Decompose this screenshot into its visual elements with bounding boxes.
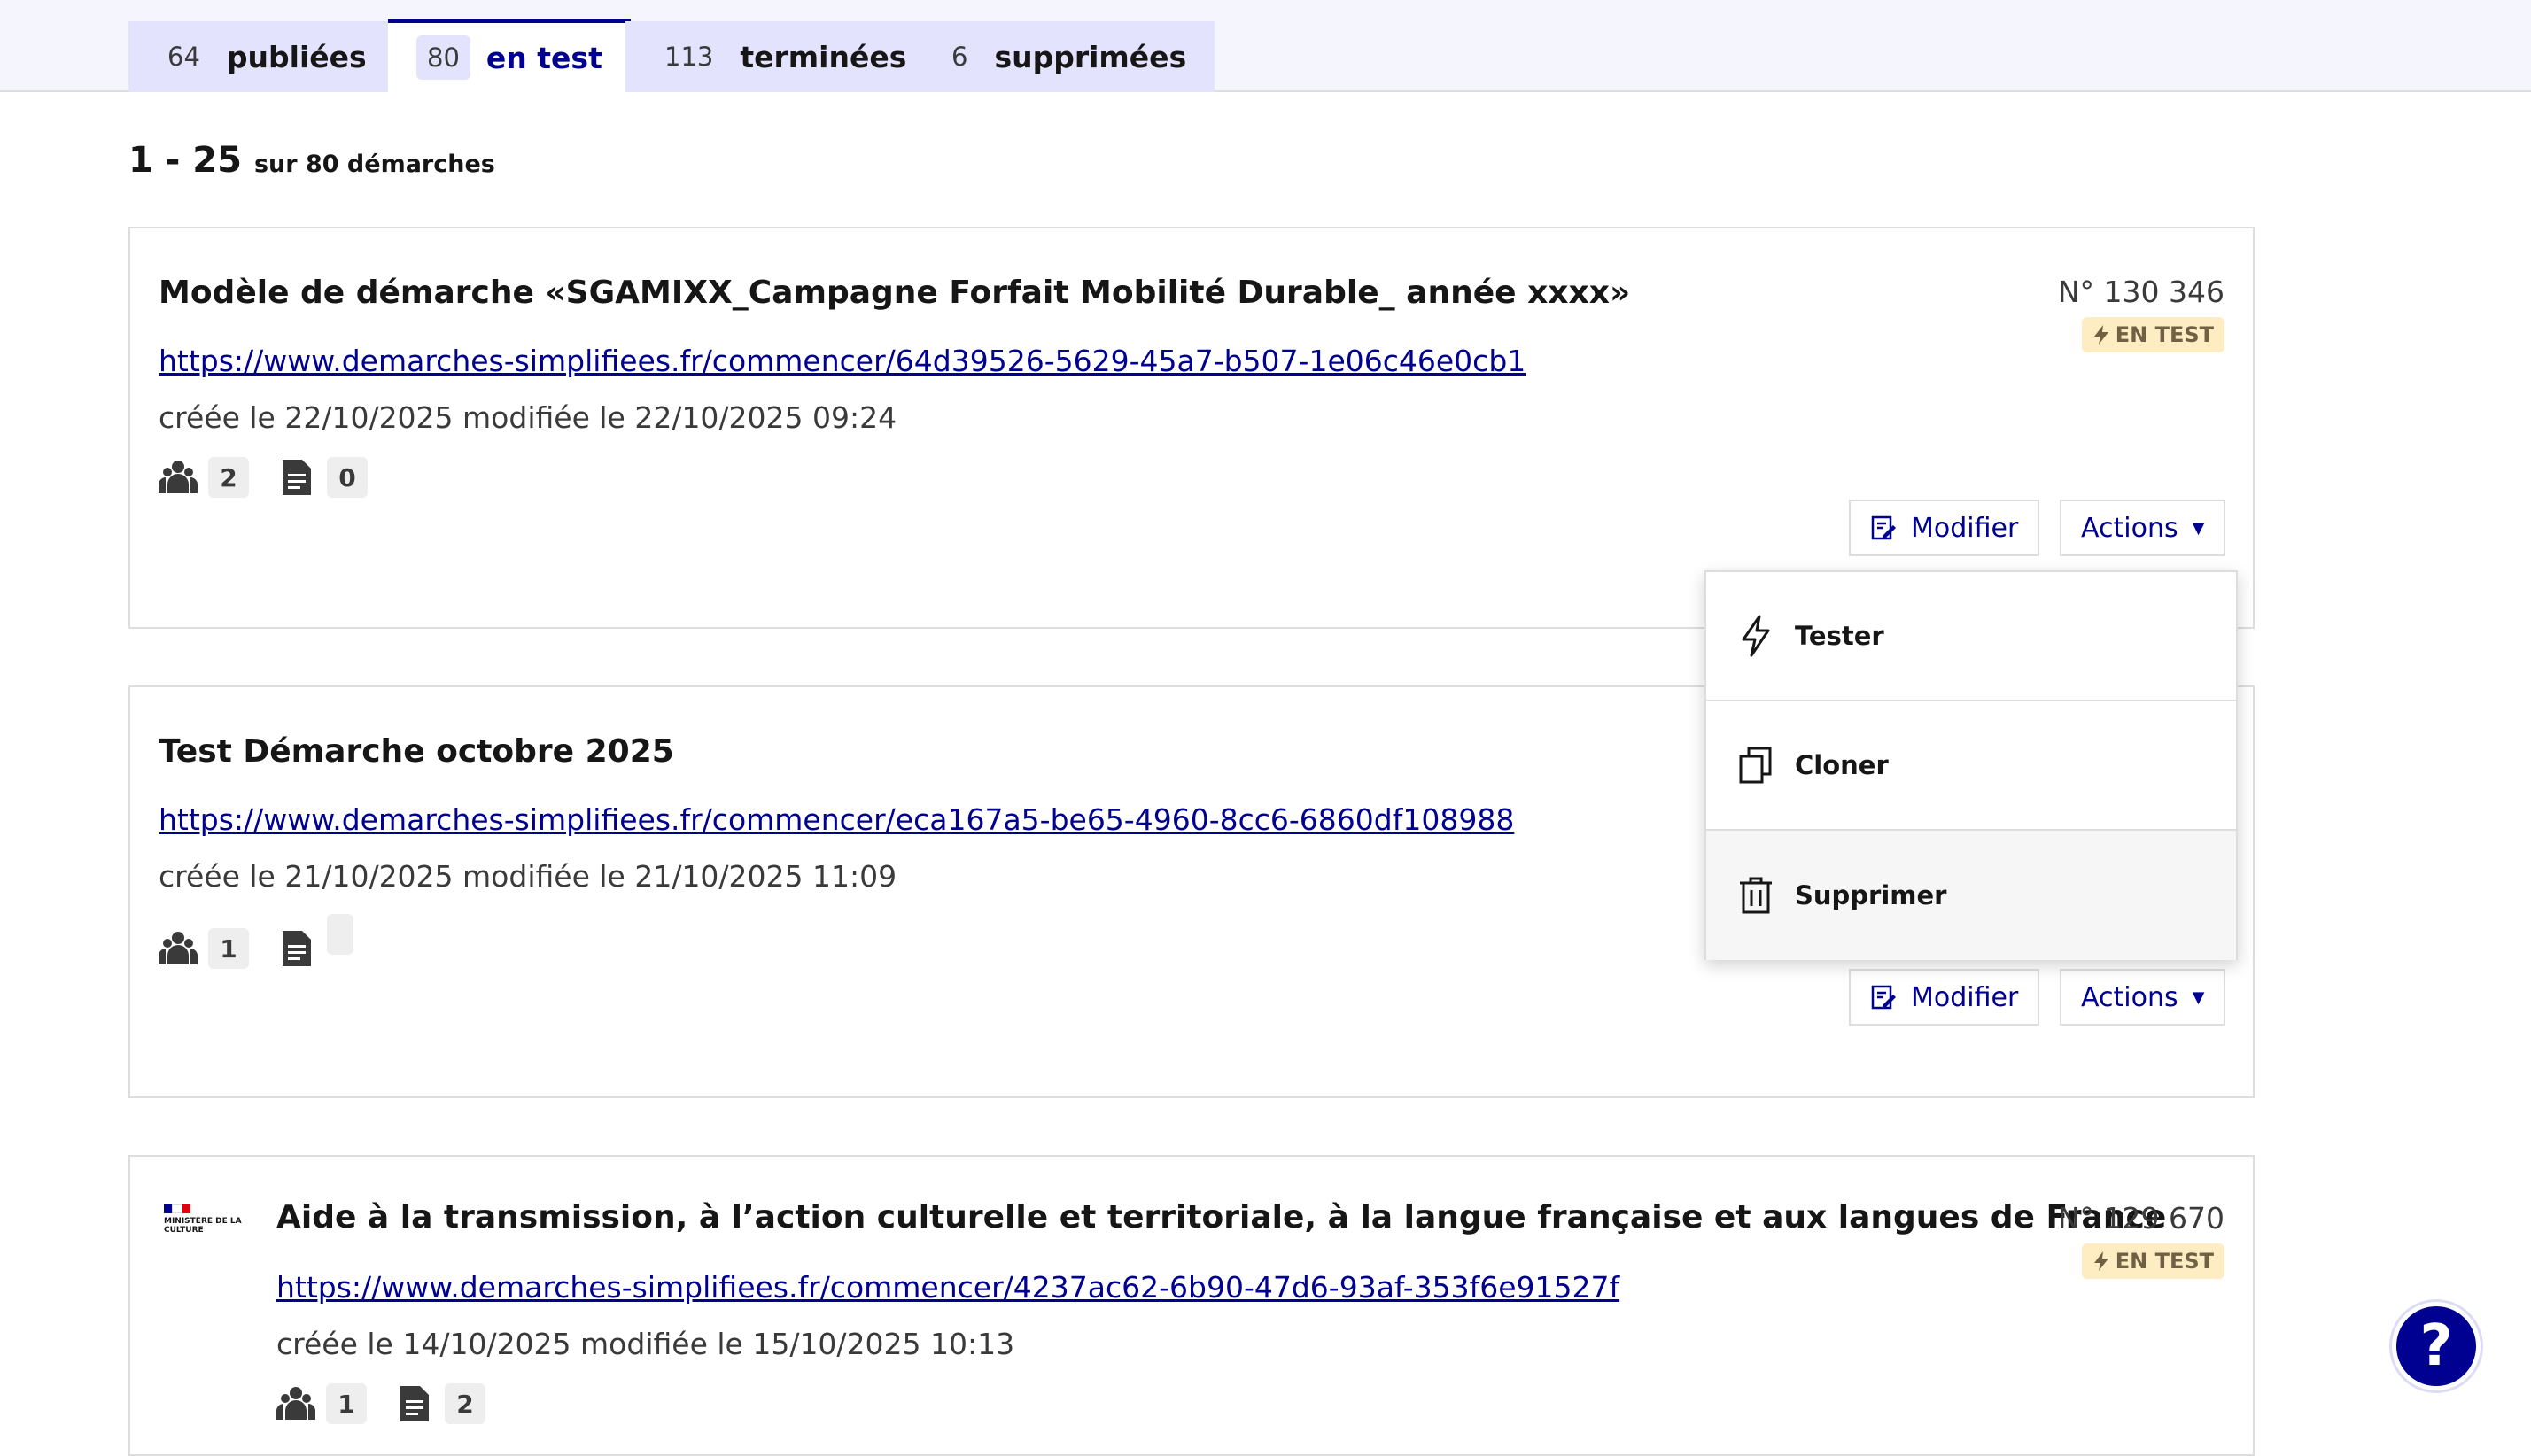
lightning-icon: [2093, 1251, 2108, 1271]
edit-icon: [1871, 985, 1896, 1010]
actions-button[interactable]: Actions ▼: [2060, 500, 2226, 556]
procedure-title: Aide à la transmission, à l’action cultu…: [276, 1199, 2167, 1235]
french-flag-icon: [164, 1204, 190, 1213]
menu-item-label: Supprimer: [1795, 880, 1947, 910]
tab-label: terminées: [740, 39, 907, 74]
admins-count: 1: [326, 1383, 367, 1424]
tab-count: 80: [416, 35, 470, 80]
admins-count: 2: [208, 457, 249, 498]
dossiers-count: 2: [445, 1383, 485, 1424]
tab-supprimees[interactable]: 6 supprimées: [912, 21, 1215, 92]
users-icon: [159, 461, 198, 493]
admins-count: 1: [208, 928, 249, 969]
procedure-link[interactable]: https://www.demarches-simplifiees.fr/com…: [159, 802, 1514, 837]
tab-label: en test: [485, 40, 602, 75]
results-total: sur 80 démarches: [253, 151, 495, 178]
status-badge: EN TEST: [2081, 1243, 2224, 1279]
tab-terminees[interactable]: 113 terminées: [625, 21, 936, 92]
procedure-card: MINISTÈRE DE LA CULTURE Aide à la transm…: [128, 1155, 2255, 1456]
procedure-stats: 2 0: [159, 457, 385, 498]
results-range: 1 - 25: [128, 140, 242, 181]
users-icon: [159, 932, 198, 964]
tab-en-test[interactable]: 80 en test: [388, 19, 631, 92]
procedure-card: Modèle de démarche «SGAMIXX_Campagne For…: [128, 227, 2255, 629]
procedure-dates: créée le 14/10/2025 modifiée le 15/10/20…: [276, 1327, 1015, 1361]
tab-label: publiées: [226, 39, 367, 74]
trash-icon: [1740, 877, 1772, 914]
chevron-down-icon: ▼: [2192, 987, 2205, 1007]
procedure-number: N° 130 346: [2057, 275, 2224, 309]
procedure-title: Modèle de démarche «SGAMIXX_Campagne For…: [159, 275, 1631, 311]
actions-menu: Tester Cloner Supprimer: [1704, 570, 2238, 960]
menu-item-cloner[interactable]: Cloner: [1706, 701, 2236, 831]
ministry-name: MINISTÈRE DE LA CULTURE: [164, 1217, 242, 1235]
document-icon: [283, 931, 311, 966]
modify-button-label: Modifier: [1911, 512, 2019, 544]
status-badge: EN TEST: [2081, 317, 2224, 352]
dossiers-count: 0: [327, 457, 368, 498]
actions-button-label: Actions: [2081, 981, 2178, 1013]
actions-button[interactable]: Actions ▼: [2060, 969, 2226, 1026]
tab-publiees[interactable]: 64 publiées: [128, 21, 395, 92]
modify-button-label: Modifier: [1911, 981, 2019, 1013]
status-badge-label: EN TEST: [2115, 322, 2214, 347]
users-icon: [276, 1387, 315, 1420]
menu-item-tester[interactable]: Tester: [1706, 572, 2236, 701]
menu-item-label: Tester: [1795, 621, 1884, 651]
modify-button[interactable]: Modifier: [1849, 969, 2040, 1026]
ministry-logo: MINISTÈRE DE LA CULTURE: [164, 1204, 244, 1235]
copy-icon: [1739, 747, 1772, 784]
edit-icon: [1871, 515, 1896, 540]
procedure-stats: 1 2: [276, 1383, 503, 1424]
status-tabs: 64 publiées 80 en test 113 terminées 6 s…: [0, 0, 2531, 92]
menu-item-supprimer[interactable]: Supprimer: [1706, 831, 2236, 960]
tab-count: 6: [941, 35, 979, 79]
results-count: 1 - 25 sur 80 démarches: [128, 140, 495, 181]
procedure-number: N° 129 670: [2057, 1201, 2224, 1235]
procedure-dates: créée le 22/10/2025 modifiée le 22/10/20…: [159, 400, 897, 435]
procedure-dates: créée le 21/10/2025 modifiée le 21/10/20…: [159, 859, 897, 894]
lightning-icon: [1742, 615, 1770, 657]
document-icon: [400, 1386, 429, 1421]
tab-count: 113: [654, 35, 725, 79]
dossiers-count: [327, 914, 353, 955]
document-icon: [283, 460, 311, 495]
chevron-down-icon: ▼: [2192, 518, 2205, 538]
menu-item-label: Cloner: [1795, 750, 1889, 780]
status-badge-label: EN TEST: [2115, 1249, 2214, 1274]
tab-label: supprimées: [994, 39, 1187, 74]
lightning-icon: [2093, 325, 2108, 345]
procedure-title: Test Démarche octobre 2025: [159, 733, 674, 770]
tab-count: 64: [157, 35, 211, 79]
help-button-label: ?: [2419, 1313, 2453, 1379]
procedure-link[interactable]: https://www.demarches-simplifiees.fr/com…: [159, 344, 1526, 378]
procedure-stats: 1: [159, 914, 371, 969]
procedure-link[interactable]: https://www.demarches-simplifiees.fr/com…: [276, 1270, 1619, 1305]
actions-button-label: Actions: [2081, 512, 2178, 544]
modify-button[interactable]: Modifier: [1849, 500, 2040, 556]
help-button[interactable]: ?: [2392, 1302, 2481, 1390]
